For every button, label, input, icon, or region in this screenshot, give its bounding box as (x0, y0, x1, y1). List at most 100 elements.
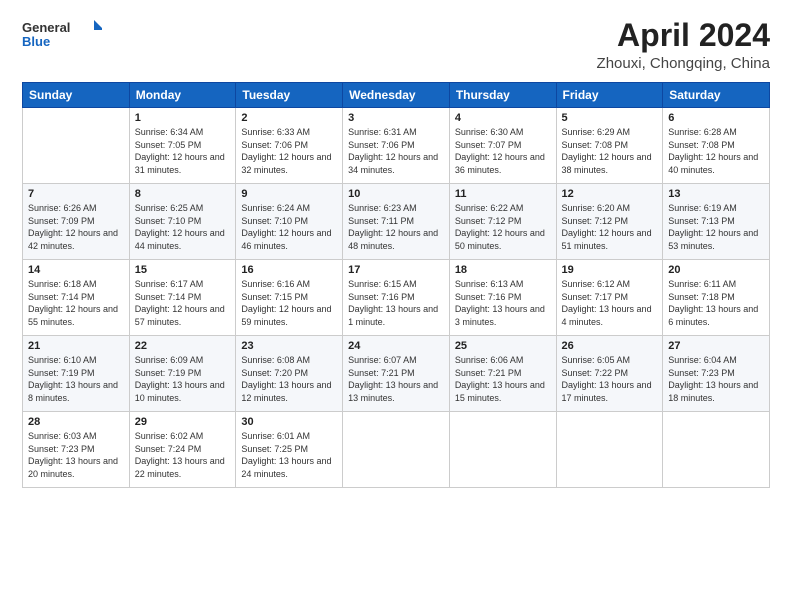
week-row-2: 14 Sunrise: 6:18 AMSunset: 7:14 PMDaylig… (23, 260, 770, 336)
day-number: 13 (668, 188, 764, 200)
day-number: 10 (348, 188, 444, 200)
cell-sunrise: Sunrise: 6:03 AMSunset: 7:23 PMDaylight:… (28, 431, 118, 479)
cell-w3-d1: 22 Sunrise: 6:09 AMSunset: 7:19 PMDaylig… (129, 336, 236, 412)
day-number: 4 (455, 112, 551, 124)
cell-w2-d5: 19 Sunrise: 6:12 AMSunset: 7:17 PMDaylig… (556, 260, 663, 336)
cell-w4-d2: 30 Sunrise: 6:01 AMSunset: 7:25 PMDaylig… (236, 412, 343, 488)
cell-w3-d4: 25 Sunrise: 6:06 AMSunset: 7:21 PMDaylig… (449, 336, 556, 412)
cell-w0-d4: 4 Sunrise: 6:30 AMSunset: 7:07 PMDayligh… (449, 108, 556, 184)
cell-sunrise: Sunrise: 6:34 AMSunset: 7:05 PMDaylight:… (135, 127, 225, 175)
col-tuesday: Tuesday (236, 83, 343, 108)
cell-w4-d3 (343, 412, 450, 488)
cell-w1-d4: 11 Sunrise: 6:22 AMSunset: 7:12 PMDaylig… (449, 184, 556, 260)
cell-sunrise: Sunrise: 6:17 AMSunset: 7:14 PMDaylight:… (135, 279, 225, 327)
cell-sunrise: Sunrise: 6:19 AMSunset: 7:13 PMDaylight:… (668, 203, 758, 251)
cell-sunrise: Sunrise: 6:09 AMSunset: 7:19 PMDaylight:… (135, 355, 225, 403)
cell-w2-d6: 20 Sunrise: 6:11 AMSunset: 7:18 PMDaylig… (663, 260, 770, 336)
cell-w0-d2: 2 Sunrise: 6:33 AMSunset: 7:06 PMDayligh… (236, 108, 343, 184)
day-number: 26 (562, 340, 658, 352)
week-row-0: 1 Sunrise: 6:34 AMSunset: 7:05 PMDayligh… (23, 108, 770, 184)
col-friday: Friday (556, 83, 663, 108)
main-title: April 2024 (597, 18, 770, 53)
day-number: 16 (241, 264, 337, 276)
day-number: 28 (28, 416, 124, 428)
day-number: 30 (241, 416, 337, 428)
cell-w2-d3: 17 Sunrise: 6:15 AMSunset: 7:16 PMDaylig… (343, 260, 450, 336)
cell-w1-d2: 9 Sunrise: 6:24 AMSunset: 7:10 PMDayligh… (236, 184, 343, 260)
day-number: 6 (668, 112, 764, 124)
cell-w1-d3: 10 Sunrise: 6:23 AMSunset: 7:11 PMDaylig… (343, 184, 450, 260)
cell-w4-d4 (449, 412, 556, 488)
cell-sunrise: Sunrise: 6:13 AMSunset: 7:16 PMDaylight:… (455, 279, 545, 327)
cell-sunrise: Sunrise: 6:05 AMSunset: 7:22 PMDaylight:… (562, 355, 652, 403)
day-number: 7 (28, 188, 124, 200)
cell-w0-d3: 3 Sunrise: 6:31 AMSunset: 7:06 PMDayligh… (343, 108, 450, 184)
day-number: 9 (241, 188, 337, 200)
cell-w4-d1: 29 Sunrise: 6:02 AMSunset: 7:24 PMDaylig… (129, 412, 236, 488)
col-monday: Monday (129, 83, 236, 108)
cell-w2-d1: 15 Sunrise: 6:17 AMSunset: 7:14 PMDaylig… (129, 260, 236, 336)
cell-sunrise: Sunrise: 6:08 AMSunset: 7:20 PMDaylight:… (241, 355, 331, 403)
cell-sunrise: Sunrise: 6:26 AMSunset: 7:09 PMDaylight:… (28, 203, 118, 251)
day-number: 23 (241, 340, 337, 352)
cell-w4-d0: 28 Sunrise: 6:03 AMSunset: 7:23 PMDaylig… (23, 412, 130, 488)
cell-w3-d3: 24 Sunrise: 6:07 AMSunset: 7:21 PMDaylig… (343, 336, 450, 412)
day-number: 22 (135, 340, 231, 352)
cell-sunrise: Sunrise: 6:31 AMSunset: 7:06 PMDaylight:… (348, 127, 438, 175)
cell-sunrise: Sunrise: 6:15 AMSunset: 7:16 PMDaylight:… (348, 279, 438, 327)
day-number: 11 (455, 188, 551, 200)
cell-sunrise: Sunrise: 6:24 AMSunset: 7:10 PMDaylight:… (241, 203, 331, 251)
cell-w3-d5: 26 Sunrise: 6:05 AMSunset: 7:22 PMDaylig… (556, 336, 663, 412)
header-row: Sunday Monday Tuesday Wednesday Thursday… (23, 83, 770, 108)
cell-w3-d2: 23 Sunrise: 6:08 AMSunset: 7:20 PMDaylig… (236, 336, 343, 412)
subtitle: Zhouxi, Chongqing, China (597, 55, 770, 72)
svg-text:General: General (22, 20, 70, 35)
cell-sunrise: Sunrise: 6:06 AMSunset: 7:21 PMDaylight:… (455, 355, 545, 403)
cell-sunrise: Sunrise: 6:10 AMSunset: 7:19 PMDaylight:… (28, 355, 118, 403)
day-number: 2 (241, 112, 337, 124)
cell-sunrise: Sunrise: 6:29 AMSunset: 7:08 PMDaylight:… (562, 127, 652, 175)
cell-sunrise: Sunrise: 6:20 AMSunset: 7:12 PMDaylight:… (562, 203, 652, 251)
day-number: 24 (348, 340, 444, 352)
col-sunday: Sunday (23, 83, 130, 108)
week-row-1: 7 Sunrise: 6:26 AMSunset: 7:09 PMDayligh… (23, 184, 770, 260)
cell-sunrise: Sunrise: 6:04 AMSunset: 7:23 PMDaylight:… (668, 355, 758, 403)
day-number: 15 (135, 264, 231, 276)
week-row-4: 28 Sunrise: 6:03 AMSunset: 7:23 PMDaylig… (23, 412, 770, 488)
cell-w1-d6: 13 Sunrise: 6:19 AMSunset: 7:13 PMDaylig… (663, 184, 770, 260)
cell-sunrise: Sunrise: 6:33 AMSunset: 7:06 PMDaylight:… (241, 127, 331, 175)
week-row-3: 21 Sunrise: 6:10 AMSunset: 7:19 PMDaylig… (23, 336, 770, 412)
day-number: 20 (668, 264, 764, 276)
cell-w2-d4: 18 Sunrise: 6:13 AMSunset: 7:16 PMDaylig… (449, 260, 556, 336)
day-number: 29 (135, 416, 231, 428)
cell-sunrise: Sunrise: 6:02 AMSunset: 7:24 PMDaylight:… (135, 431, 225, 479)
cell-w2-d0: 14 Sunrise: 6:18 AMSunset: 7:14 PMDaylig… (23, 260, 130, 336)
day-number: 14 (28, 264, 124, 276)
header: General Blue April 2024 Zhouxi, Chongqin… (22, 18, 770, 72)
day-number: 8 (135, 188, 231, 200)
logo-icon: General Blue (22, 18, 102, 50)
cell-sunrise: Sunrise: 6:11 AMSunset: 7:18 PMDaylight:… (668, 279, 758, 327)
day-number: 19 (562, 264, 658, 276)
page: General Blue April 2024 Zhouxi, Chongqin… (0, 0, 792, 612)
cell-sunrise: Sunrise: 6:18 AMSunset: 7:14 PMDaylight:… (28, 279, 118, 327)
cell-sunrise: Sunrise: 6:12 AMSunset: 7:17 PMDaylight:… (562, 279, 652, 327)
col-thursday: Thursday (449, 83, 556, 108)
col-saturday: Saturday (663, 83, 770, 108)
day-number: 27 (668, 340, 764, 352)
cell-sunrise: Sunrise: 6:25 AMSunset: 7:10 PMDaylight:… (135, 203, 225, 251)
day-number: 3 (348, 112, 444, 124)
day-number: 21 (28, 340, 124, 352)
cell-w1-d5: 12 Sunrise: 6:20 AMSunset: 7:12 PMDaylig… (556, 184, 663, 260)
svg-text:Blue: Blue (22, 34, 50, 49)
day-number: 12 (562, 188, 658, 200)
day-number: 25 (455, 340, 551, 352)
cell-w1-d0: 7 Sunrise: 6:26 AMSunset: 7:09 PMDayligh… (23, 184, 130, 260)
cell-w2-d2: 16 Sunrise: 6:16 AMSunset: 7:15 PMDaylig… (236, 260, 343, 336)
cell-sunrise: Sunrise: 6:16 AMSunset: 7:15 PMDaylight:… (241, 279, 331, 327)
cell-w0-d5: 5 Sunrise: 6:29 AMSunset: 7:08 PMDayligh… (556, 108, 663, 184)
cell-w1-d1: 8 Sunrise: 6:25 AMSunset: 7:10 PMDayligh… (129, 184, 236, 260)
cell-sunrise: Sunrise: 6:28 AMSunset: 7:08 PMDaylight:… (668, 127, 758, 175)
cell-sunrise: Sunrise: 6:23 AMSunset: 7:11 PMDaylight:… (348, 203, 438, 251)
title-block: April 2024 Zhouxi, Chongqing, China (597, 18, 770, 72)
